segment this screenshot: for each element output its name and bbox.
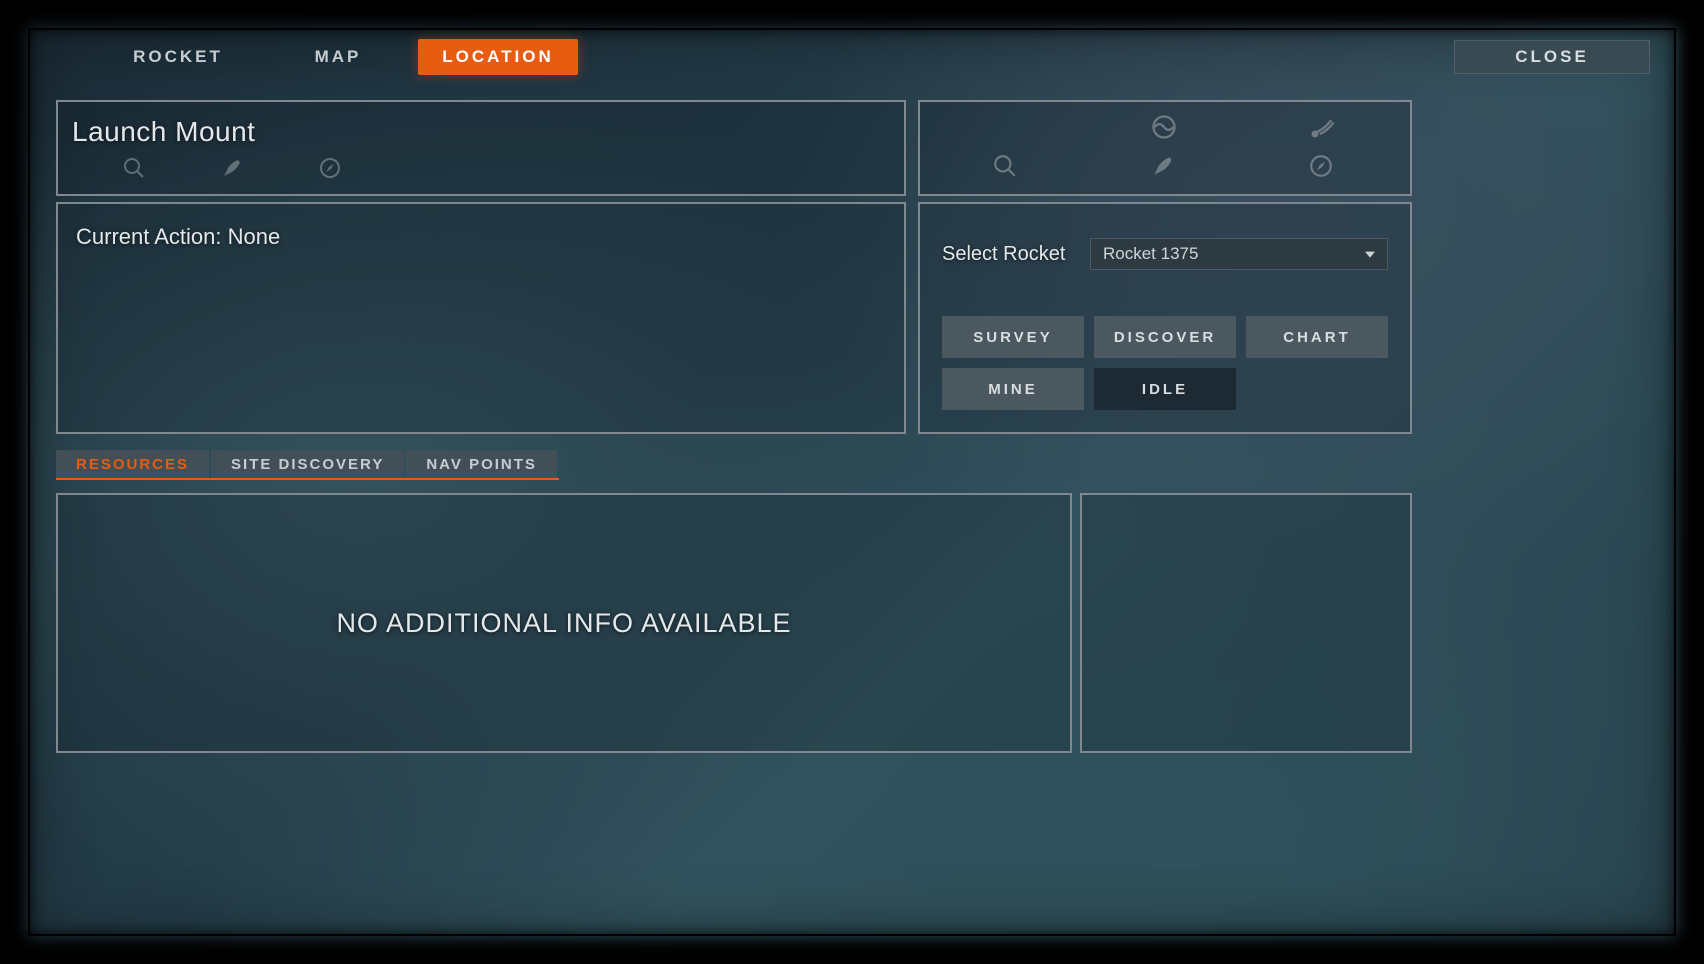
tab-rocket[interactable]: ROCKET [98, 39, 258, 75]
subtab-resources[interactable]: RESOURCES [56, 450, 209, 478]
subtab-nav-points[interactable]: NAV POINTS [406, 450, 557, 478]
current-action-value: None [228, 224, 281, 249]
rocket-small-icon [1150, 153, 1180, 183]
status-grid-panel [918, 100, 1412, 196]
subtabs: RESOURCES SITE DISCOVERY NAV POINTS [56, 450, 559, 480]
tab-location[interactable]: LOCATION [418, 39, 578, 75]
current-action-label: Current Action: [76, 224, 222, 249]
tab-map[interactable]: MAP [258, 39, 418, 75]
current-action-line: Current Action: None [76, 224, 886, 250]
location-panel: Launch Mount [56, 100, 906, 196]
satellite-icon [1308, 113, 1338, 143]
magnifier-icon [122, 156, 150, 184]
idle-button[interactable]: IDLE [1094, 368, 1236, 410]
location-icon-row [72, 156, 886, 184]
mine-button[interactable]: MINE [942, 368, 1084, 410]
compass-icon [318, 156, 346, 184]
side-panel [1080, 493, 1412, 753]
location-title: Launch Mount [72, 116, 886, 148]
select-rocket-label: Select Rocket [942, 243, 1090, 266]
info-panel: NO ADDITIONAL INFO AVAILABLE [56, 493, 1072, 753]
action-buttons: SURVEY DISCOVER CHART MINE IDLE [942, 316, 1388, 410]
rocket-dropdown[interactable]: Rocket 1375 [1090, 238, 1388, 270]
chart-button[interactable]: CHART [1246, 316, 1388, 358]
select-rocket-row: Select Rocket Rocket 1375 [942, 238, 1388, 270]
top-bar: ROCKET MAP LOCATION CLOSE [28, 28, 1676, 86]
magnifier-icon [992, 153, 1022, 183]
rocket-small-icon [220, 156, 248, 184]
current-action-panel: Current Action: None [56, 202, 906, 434]
info-message: NO ADDITIONAL INFO AVAILABLE [336, 608, 791, 639]
discover-button[interactable]: DISCOVER [1094, 316, 1236, 358]
planet-icon [1150, 113, 1180, 143]
close-button[interactable]: CLOSE [1454, 40, 1650, 74]
survey-button[interactable]: SURVEY [942, 316, 1084, 358]
subtab-site-discovery[interactable]: SITE DISCOVERY [211, 450, 404, 478]
top-tabs: ROCKET MAP LOCATION [98, 39, 578, 75]
compass-icon [1308, 153, 1338, 183]
control-panel: Select Rocket Rocket 1375 SURVEY DISCOVE… [918, 202, 1412, 434]
dropdown-value: Rocket 1375 [1103, 244, 1198, 264]
